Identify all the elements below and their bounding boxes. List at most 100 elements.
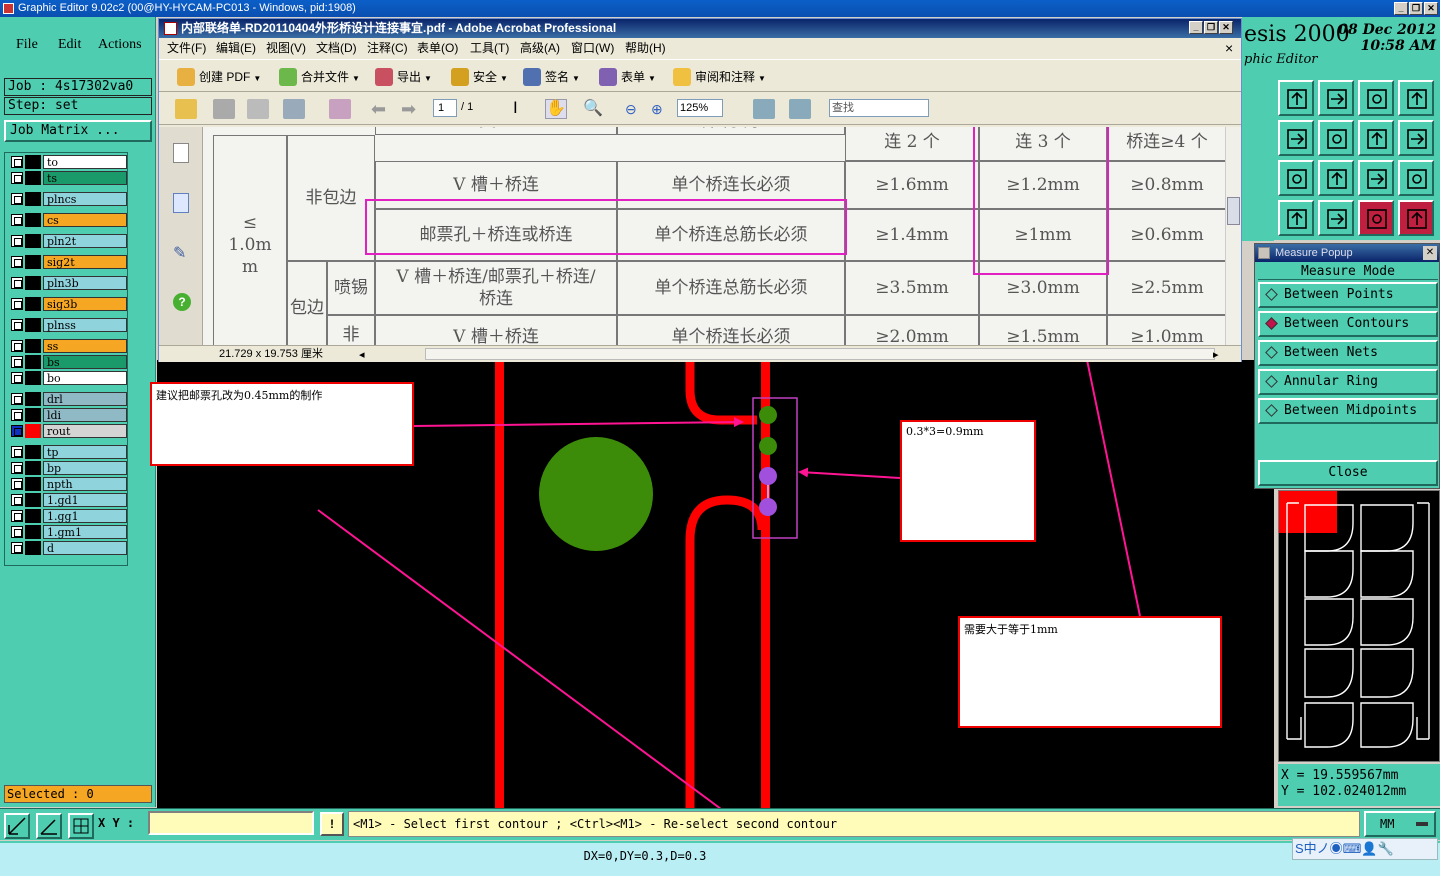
acrobat-task-toolbar: 创建 PDF ▼ 合并文件 ▼ 导出 ▼ 安全 ▼ 签名 ▼ 表单 ▼ 审阅和注释 ▼ — [159, 59, 1241, 92]
measure-popup-title: Measure Popup — [1275, 247, 1353, 259]
measure-option[interactable]: Between Contours — [1258, 311, 1438, 337]
r2-val4: ≥0.6mm — [1107, 209, 1225, 261]
swap-icon[interactable] — [1358, 120, 1394, 156]
measure-option-label: Between Midpoints — [1284, 403, 1418, 418]
units-dropdown-icon — [1416, 822, 1428, 826]
zoom-out-icon[interactable]: ⊖ — [625, 99, 647, 119]
zoom-input[interactable]: 125% — [677, 99, 723, 117]
layers-red-icon[interactable] — [1358, 200, 1394, 236]
cursor-coordinates: X = 19.559567mm Y = 102.024012mm — [1278, 764, 1440, 806]
acrobat-maximize-button[interactable]: ❐ — [1204, 21, 1218, 34]
measure-popup-close-icon[interactable]: ✕ — [1423, 246, 1437, 260]
measure-option[interactable]: Between Nets — [1258, 340, 1438, 366]
pdf-page-view[interactable]: 类型 设计要求 连 2 个 连 3 个 桥连≥4 个 ≤ 1.0m m 非包边 … — [203, 127, 1225, 345]
acro-menu-comments[interactable]: 注释(C) — [367, 38, 408, 58]
arrow-prompt — [317, 509, 754, 834]
angle-mode-icon[interactable] — [36, 813, 62, 839]
security-button[interactable]: 安全 ▼ — [449, 66, 508, 88]
zoom-tool-icon[interactable]: 🔍 — [583, 99, 605, 119]
measure-option[interactable]: Between Points — [1258, 282, 1438, 308]
bookmarks-icon[interactable] — [173, 193, 189, 213]
acro-menu-forms[interactable]: 表单(O) — [417, 38, 458, 58]
snap-mode-icon[interactable] — [4, 813, 30, 839]
move-left-icon[interactable] — [1278, 120, 1314, 156]
measure-option[interactable]: Annular Ring — [1258, 369, 1438, 395]
acro-doc-close[interactable]: × — [1225, 38, 1233, 58]
move-right-icon[interactable] — [1318, 120, 1354, 156]
pages-icon[interactable] — [173, 143, 189, 163]
prev-page-icon[interactable]: ⬅ — [371, 99, 393, 119]
layers-red2-icon[interactable] — [1398, 200, 1434, 236]
acro-menu-window[interactable]: 窗口(W) — [571, 38, 614, 58]
select-tool-icon[interactable]: Ⅰ — [513, 99, 535, 119]
find-input[interactable]: 查找 — [829, 99, 929, 117]
ime-toolbar[interactable]: S中ノ◉⌨👤🔧 — [1292, 838, 1438, 860]
save-icon[interactable] — [247, 99, 269, 119]
print-icon[interactable] — [213, 99, 235, 119]
r3-val2: ≥3.5mm — [845, 261, 979, 315]
measure-option-label: Annular Ring — [1284, 374, 1378, 389]
fit-width-icon[interactable] — [789, 99, 811, 119]
review-comment-button[interactable]: 审阅和注释 ▼ — [671, 66, 766, 88]
acro-menu-tools[interactable]: 工具(T) — [470, 38, 509, 58]
zoom-in-icon[interactable]: ⊕ — [651, 99, 673, 119]
create-pdf-button[interactable]: 创建 PDF ▼ — [175, 66, 261, 88]
forms-button[interactable]: 表单 ▼ — [597, 66, 656, 88]
push-down-icon[interactable] — [1318, 80, 1354, 116]
units-selector[interactable]: MM — [1364, 811, 1436, 837]
info-button[interactable]: ! — [320, 812, 344, 836]
home-icon[interactable] — [1358, 80, 1394, 116]
open-folder-icon[interactable] — [175, 99, 197, 119]
next-page-icon[interactable]: ➡ — [401, 99, 423, 119]
measure-option[interactable]: Between Midpoints — [1258, 398, 1438, 424]
acro-menu-advanced[interactable]: 高级(A) — [520, 38, 560, 58]
push-up-icon[interactable] — [1278, 80, 1314, 116]
acro-menu-document[interactable]: 文档(D) — [316, 38, 357, 58]
grid-mode-icon[interactable] — [68, 813, 94, 839]
signature-pen-icon[interactable]: ✎ — [173, 243, 191, 262]
hand-tool-icon[interactable]: ✋ — [545, 99, 567, 119]
fit-page-icon[interactable] — [753, 99, 775, 119]
export-button[interactable]: 导出 ▼ — [373, 66, 432, 88]
question-icon[interactable] — [1398, 160, 1434, 196]
acro-menu-file[interactable]: 文件(F) — [167, 38, 206, 58]
acrobat-side-panel: ✎ ? — [159, 127, 203, 345]
r1-val2: ≥1.6mm — [845, 161, 979, 209]
radio-diamond-icon — [1265, 404, 1278, 417]
r3-req: 单个桥连总筋长必须 — [617, 261, 845, 315]
acro-menu-edit[interactable]: 编辑(E) — [216, 38, 256, 58]
search-doc-icon[interactable] — [329, 99, 351, 119]
scroll-right-icon[interactable]: ▸ — [1213, 347, 1231, 361]
combine-files-button[interactable]: 合并文件 ▼ — [277, 66, 360, 88]
r2-val2: ≥1.4mm — [845, 209, 979, 261]
vscroll-thumb[interactable] — [1227, 197, 1240, 225]
arrow-note1 — [413, 417, 744, 428]
hscroll-track[interactable] — [425, 348, 1215, 360]
grid-view-icon[interactable] — [1318, 200, 1354, 236]
center-icon[interactable] — [1318, 160, 1354, 196]
email-icon[interactable] — [283, 99, 305, 119]
date-time: 08 Dec 2012 10:58 AM — [1338, 22, 1436, 54]
acrobat-close-button[interactable]: ✕ — [1219, 21, 1233, 34]
sign-button[interactable]: 签名 ▼ — [521, 66, 580, 88]
page-number-input[interactable]: 1 — [433, 99, 457, 117]
coord-x: X = 19.559567mm — [1281, 768, 1399, 783]
measure-close-button[interactable]: Close — [1258, 460, 1438, 486]
ratio-icon[interactable] — [1358, 160, 1394, 196]
help-icon[interactable]: ? — [173, 293, 191, 311]
acro-menu-view[interactable]: 视图(V) — [266, 38, 306, 58]
split-window-icon[interactable] — [1398, 80, 1434, 116]
acrobat-minimize-button[interactable]: _ — [1189, 21, 1203, 34]
time: 10:58 AM — [1360, 38, 1436, 54]
toolset-icon[interactable] — [1278, 200, 1314, 236]
app-name: esis 2000 — [1244, 22, 1350, 47]
snake-icon[interactable] — [1398, 120, 1434, 156]
app-subtitle: phic Editor — [1244, 52, 1318, 67]
fit-icon[interactable] — [1278, 160, 1314, 196]
scroll-left-icon[interactable]: ◂ — [359, 347, 377, 361]
acrobat-vertical-scrollbar[interactable] — [1225, 127, 1241, 345]
acro-menu-help[interactable]: 帮助(H) — [625, 38, 666, 58]
measure-popup-icon — [1258, 247, 1270, 259]
xy-input[interactable] — [148, 811, 314, 835]
board-preview[interactable] — [1278, 490, 1440, 762]
